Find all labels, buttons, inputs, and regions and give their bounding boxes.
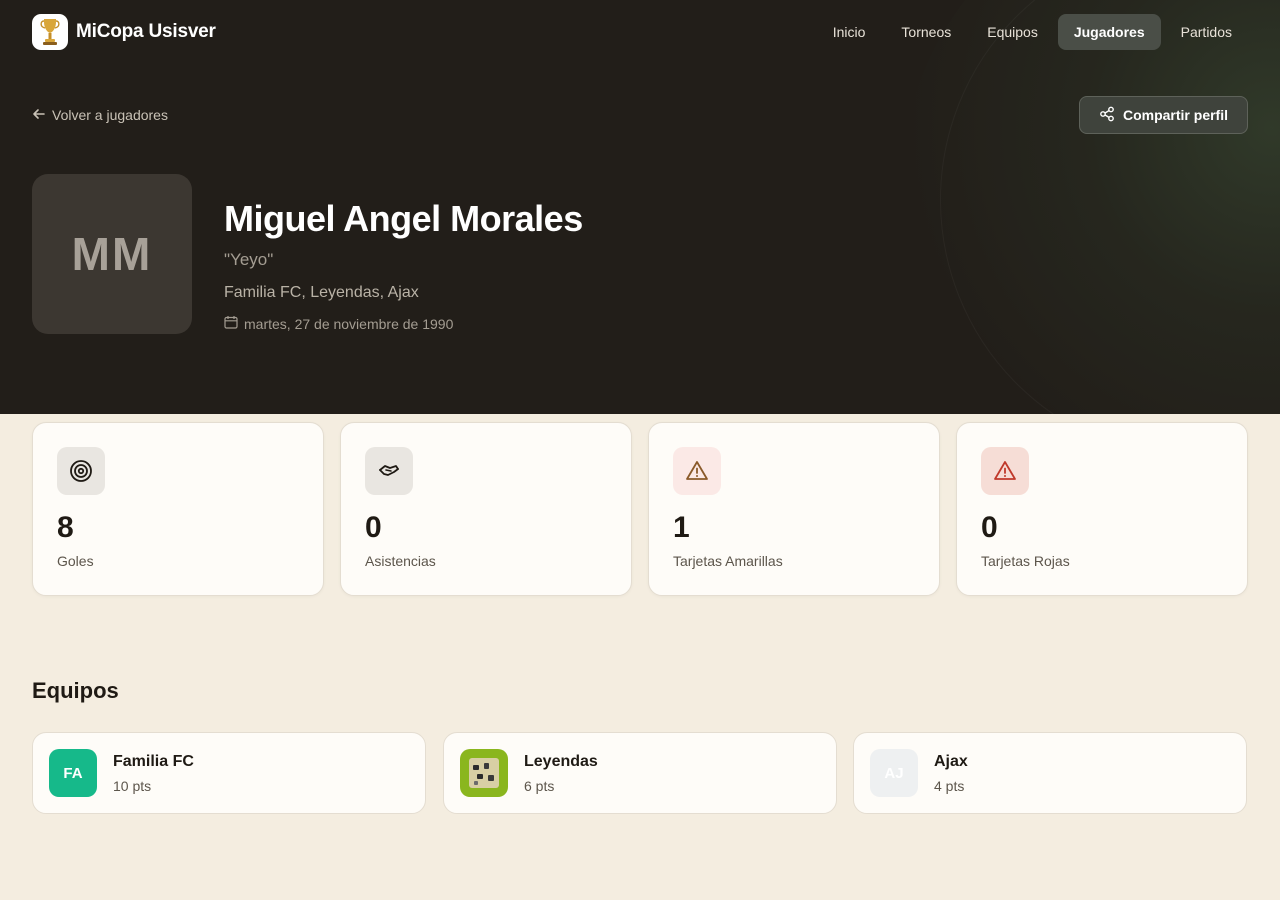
stat-value: 1 — [673, 511, 690, 544]
trophy-icon — [32, 14, 68, 50]
nav-item-torneos[interactable]: Torneos — [885, 14, 967, 50]
warning-icon — [673, 447, 721, 495]
hero-ring — [940, 0, 1280, 414]
stat-label: Tarjetas Rojas — [981, 553, 1070, 569]
stat-label: Goles — [57, 553, 94, 569]
target-icon — [57, 447, 105, 495]
player-hero: MiCopa Usisver Inicio Torneos Equipos Ju… — [0, 0, 1280, 414]
team-points: 6 pts — [524, 778, 555, 794]
arrow-left-icon — [32, 107, 46, 124]
team-logo-image — [460, 749, 508, 797]
nav-item-partidos[interactable]: Partidos — [1165, 14, 1248, 50]
brand-name: MiCopa Usisver — [76, 21, 216, 42]
team-points: 10 pts — [113, 778, 152, 794]
calendar-icon — [224, 315, 238, 332]
player-birth-date: martes, 27 de noviembre de 1990 — [224, 315, 453, 332]
team-points: 4 pts — [934, 778, 965, 794]
team-name: Ajax — [934, 753, 968, 770]
stat-label: Asistencias — [365, 553, 436, 569]
team-name: Familia FC — [113, 753, 194, 770]
back-to-players-link[interactable]: Volver a jugadores — [32, 105, 168, 125]
player-nickname: "Yeyo" — [224, 250, 274, 269]
birth-date-text: martes, 27 de noviembre de 1990 — [244, 315, 454, 332]
avatar: MM — [32, 174, 192, 334]
stat-card-yellow-cards: 1 Tarjetas Amarillas — [648, 422, 940, 596]
player-name: Miguel Angel Morales — [224, 198, 583, 239]
nav-item-jugadores[interactable]: Jugadores — [1057, 14, 1161, 50]
teams-section-title: Equipos — [32, 678, 119, 703]
stat-card-red-cards: 0 Tarjetas Rojas — [956, 422, 1248, 596]
share-label: Compartir perfil — [1122, 107, 1228, 123]
back-link-label: Volver a jugadores — [52, 107, 168, 123]
brand[interactable]: MiCopa Usisver — [32, 14, 216, 50]
warning-icon — [981, 447, 1029, 495]
stat-value: 0 — [981, 511, 998, 544]
nav-item-equipos[interactable]: Equipos — [971, 14, 1054, 50]
stat-label: Tarjetas Amarillas — [673, 553, 783, 569]
stat-value: 8 — [57, 511, 74, 544]
stat-card-goals: 8 Goles — [32, 422, 324, 596]
share-icon — [1099, 106, 1115, 125]
team-card-leyendas[interactable]: Leyendas 6 pts — [443, 732, 837, 814]
team-badge: AJ — [870, 749, 918, 797]
team-name: Leyendas — [524, 753, 598, 770]
stat-card-assists: 0 Asistencias — [340, 422, 632, 596]
share-profile-button[interactable]: Compartir perfil — [1079, 96, 1248, 134]
team-card-familia-fc[interactable]: FA Familia FC 10 pts — [32, 732, 426, 814]
team-badge: FA — [49, 749, 97, 797]
stat-value: 0 — [365, 511, 382, 544]
player-teams: Familia FC, Leyendas, Ajax — [224, 284, 419, 301]
team-card-ajax[interactable]: AJ Ajax 4 pts — [853, 732, 1247, 814]
handshake-icon — [365, 447, 413, 495]
main-nav: Inicio Torneos Equipos Jugadores Partido… — [817, 14, 1248, 50]
nav-item-inicio[interactable]: Inicio — [817, 14, 882, 50]
